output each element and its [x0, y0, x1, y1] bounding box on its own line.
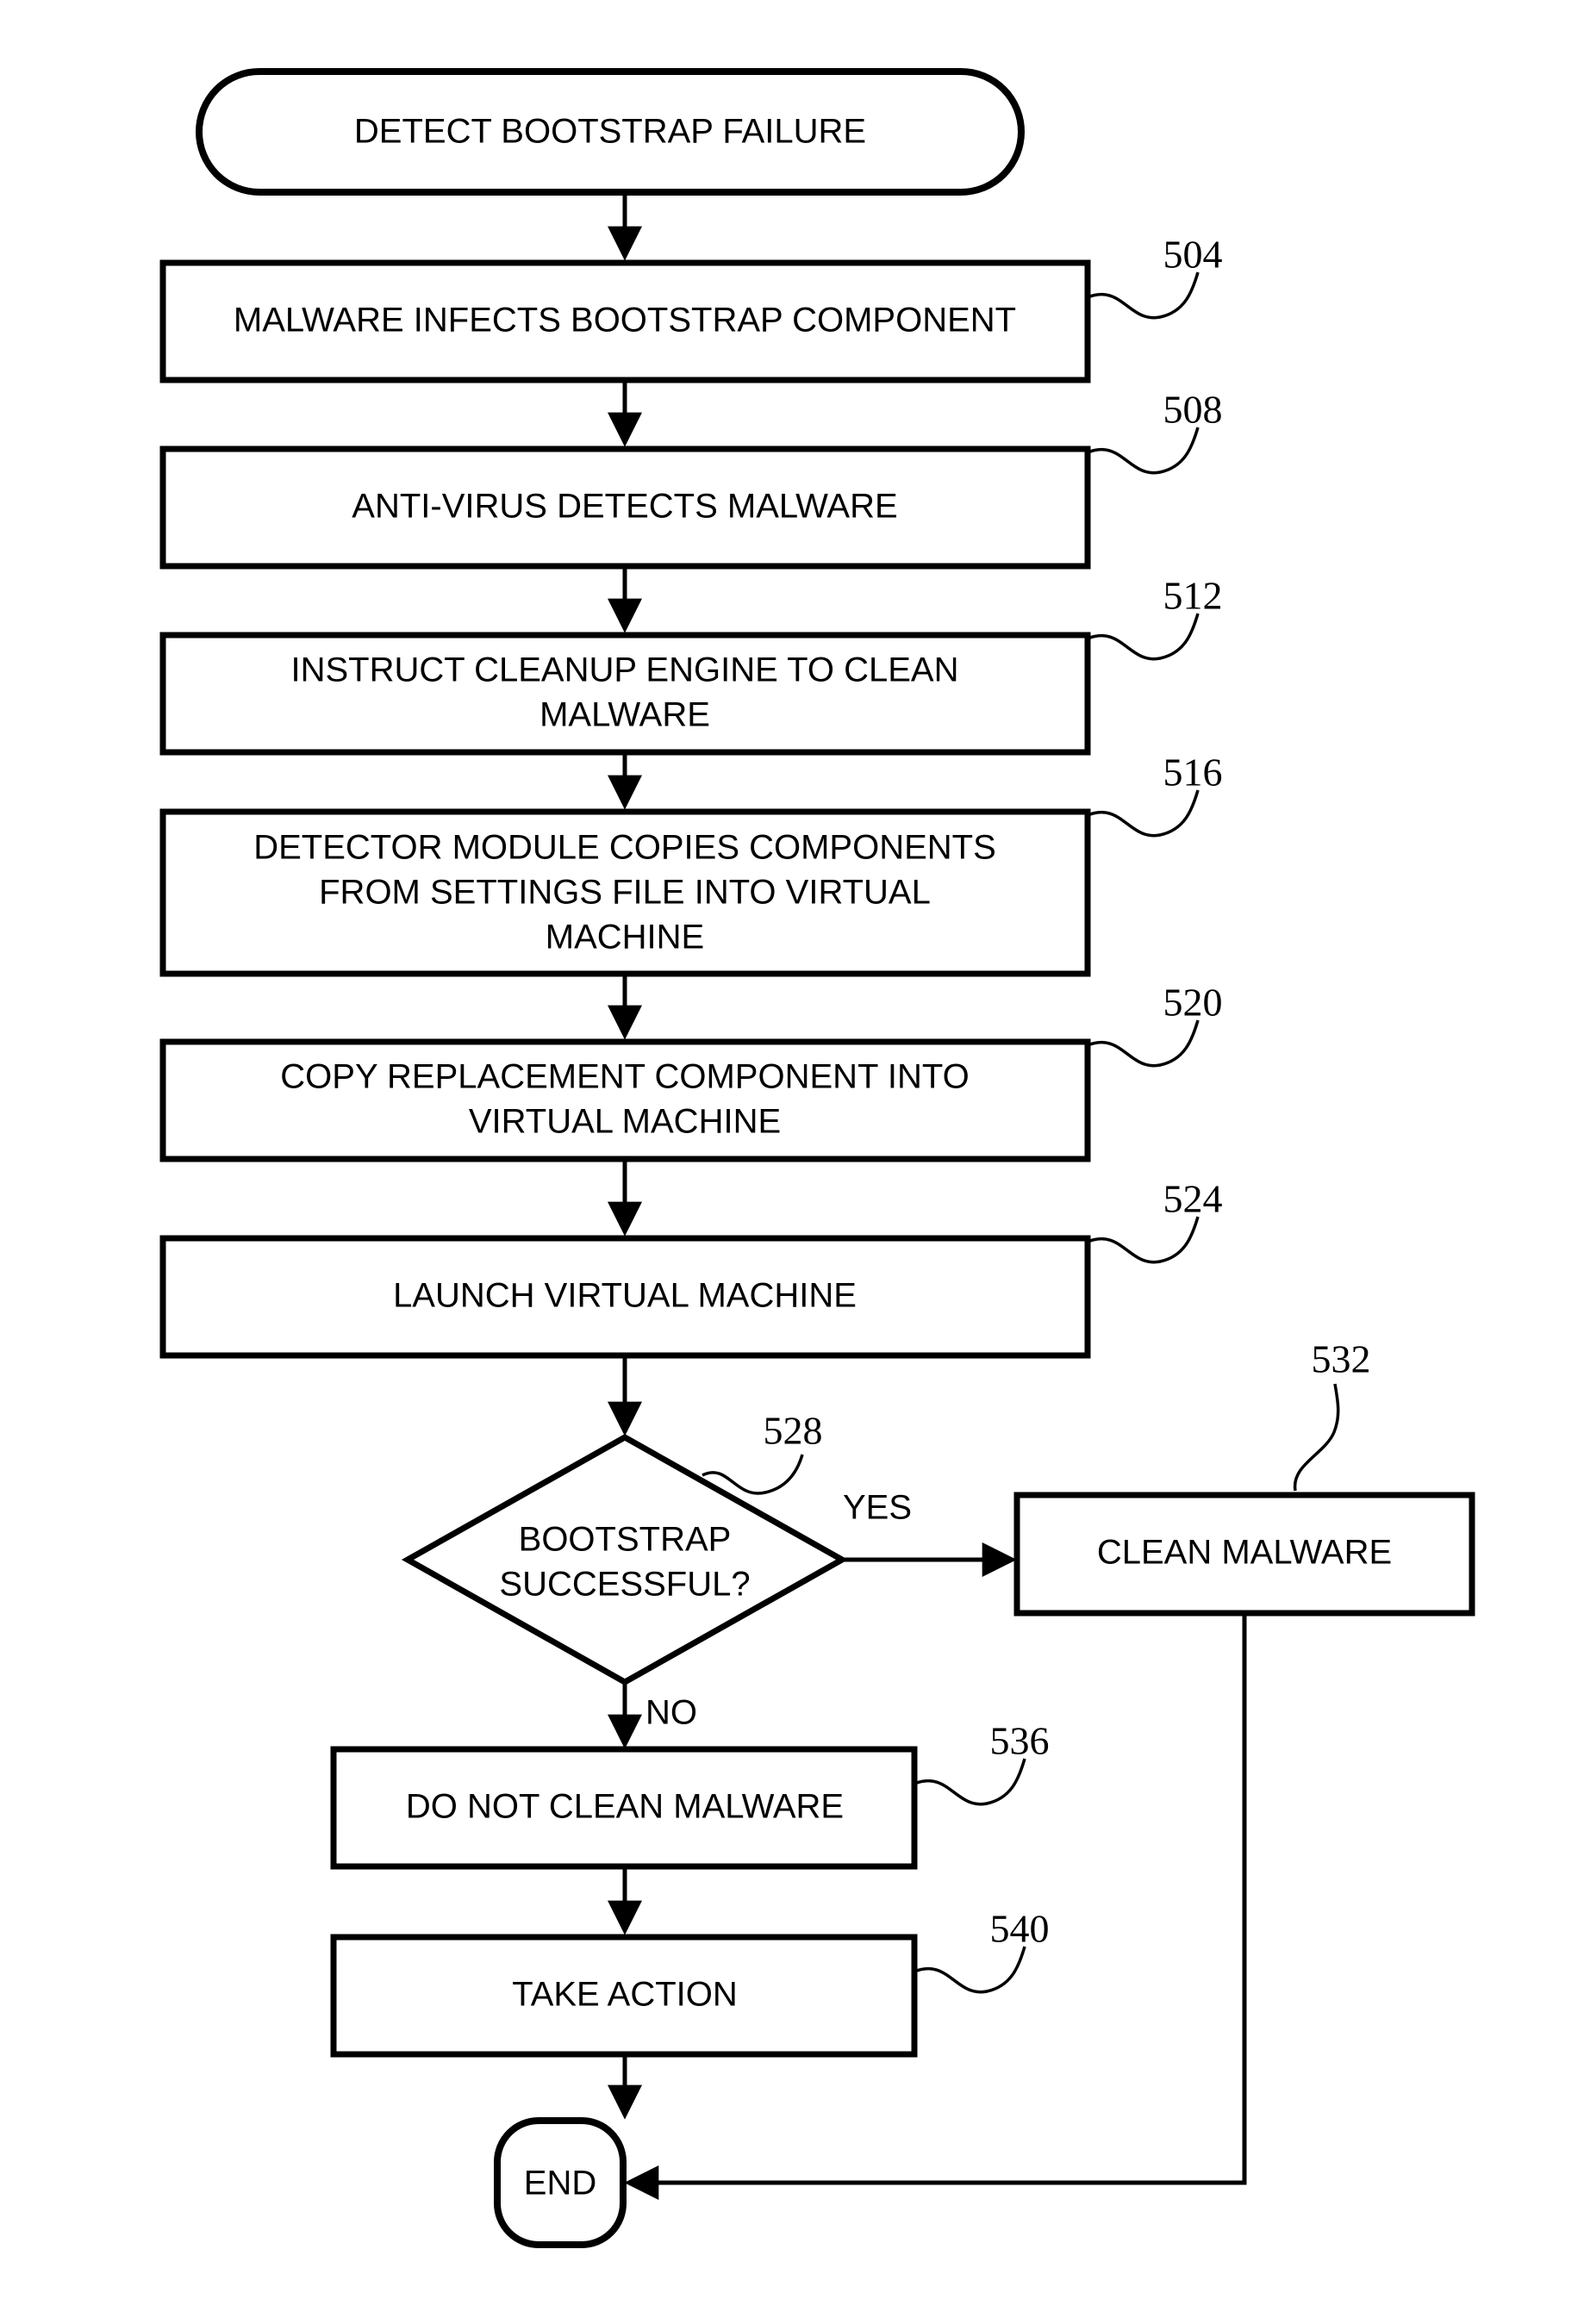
edge-label-no: NO: [645, 1694, 697, 1732]
node-508-label: ANTI-VIRUS DETECTS MALWARE: [352, 488, 897, 526]
node-540[interactable]: TAKE ACTION: [330, 1934, 918, 2058]
leader-512: [1087, 613, 1200, 661]
ref-number-504: 504: [1163, 233, 1223, 277]
ref-number-520: 520: [1163, 981, 1223, 1025]
node-540-label: TAKE ACTION: [512, 1976, 738, 2014]
ref-number-532: 532: [1312, 1337, 1371, 1381]
node-508[interactable]: ANTI-VIRUS DETECTS MALWARE: [159, 445, 1091, 570]
leader-540: [914, 1946, 1026, 1994]
node-516-label-line2: FROM SETTINGS FILE INTO VIRTUAL: [319, 874, 931, 912]
node-532[interactable]: CLEAN MALWARE: [1013, 1492, 1475, 1617]
leader-536: [914, 1758, 1026, 1806]
node-520[interactable]: COPY REPLACEMENT COMPONENT INTO VIRTUAL …: [159, 1038, 1091, 1162]
node-504[interactable]: MALWARE INFECTS BOOTSTRAP COMPONENT: [159, 259, 1091, 383]
flowchart-figure: DETECT BOOTSTRAP FAILURE MALWARE INFECTS…: [0, 0, 1584, 2324]
node-516-label-line3: MACHINE: [546, 919, 704, 956]
edge-label-yes: YES: [843, 1489, 912, 1527]
node-528-label-line2: SUCCESSFUL?: [499, 1566, 750, 1604]
ref-number-540: 540: [990, 1907, 1050, 1951]
leader-520: [1087, 1019, 1200, 1068]
node-512[interactable]: INSTRUCT CLEANUP ENGINE TO CLEAN MALWARE: [159, 632, 1091, 756]
leader-504: [1087, 271, 1200, 320]
node-536[interactable]: DO NOT CLEAN MALWARE: [330, 1746, 918, 1870]
ref-number-508: 508: [1163, 388, 1223, 432]
node-520-label-line1: COPY REPLACEMENT COMPONENT INTO: [280, 1058, 969, 1096]
start-label: DETECT BOOTSTRAP FAILURE: [354, 113, 866, 151]
node-516-label-line1: DETECTOR MODULE COPIES COMPONENTS: [253, 829, 996, 867]
leader-524: [1087, 1216, 1200, 1264]
node-528-label-line1: BOOTSTRAP: [519, 1521, 732, 1559]
ref-number-516: 516: [1163, 751, 1223, 794]
node-end[interactable]: END: [494, 2117, 627, 2248]
leader-508: [1087, 427, 1200, 475]
ref-number-512: 512: [1163, 574, 1223, 618]
node-start[interactable]: DETECT BOOTSTRAP FAILURE: [196, 68, 1025, 196]
flowchart-canvas: DETECT BOOTSTRAP FAILURE MALWARE INFECTS…: [159, 68, 1475, 2248]
ref-number-528: 528: [764, 1409, 823, 1453]
edge-532-to-end: [624, 1613, 1247, 2200]
leader-516: [1087, 789, 1200, 838]
ref-number-524: 524: [1163, 1177, 1223, 1221]
leader-532: [1293, 1383, 1340, 1492]
node-524[interactable]: LAUNCH VIRTUAL MACHINE: [159, 1235, 1091, 1359]
node-516[interactable]: DETECTOR MODULE COPIES COMPONENTS FROM S…: [159, 808, 1091, 977]
node-512-label-line1: INSTRUCT CLEANUP ENGINE TO CLEAN: [291, 651, 959, 689]
node-504-label: MALWARE INFECTS BOOTSTRAP COMPONENT: [234, 302, 1016, 340]
end-label: END: [524, 2165, 596, 2203]
node-520-label-line2: VIRTUAL MACHINE: [469, 1103, 781, 1141]
node-524-label: LAUNCH VIRTUAL MACHINE: [393, 1277, 857, 1315]
node-528-shape: [401, 1433, 849, 1686]
node-532-label: CLEAN MALWARE: [1097, 1534, 1392, 1572]
node-512-label-line2: MALWARE: [539, 696, 710, 734]
node-528-decision[interactable]: BOOTSTRAP SUCCESSFUL?: [401, 1433, 849, 1686]
node-536-label: DO NOT CLEAN MALWARE: [406, 1788, 844, 1826]
ref-number-536: 536: [990, 1719, 1050, 1763]
